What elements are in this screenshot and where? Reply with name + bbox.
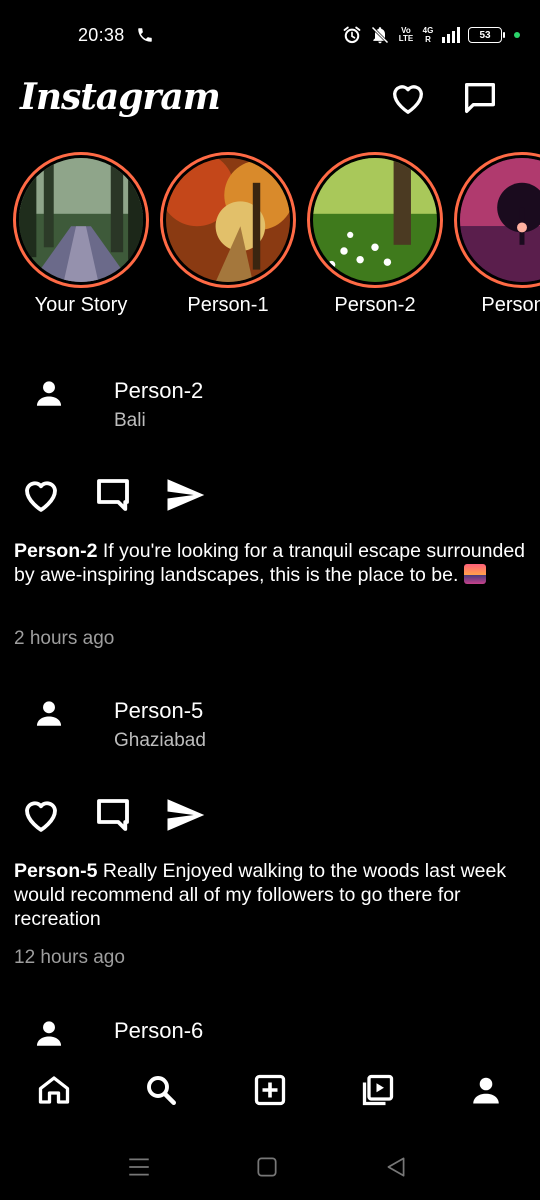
story-label: Your Story <box>34 294 128 316</box>
story-item[interactable]: Person-2 <box>307 152 443 317</box>
story-ring[interactable] <box>454 152 540 288</box>
caption-author[interactable]: Person-2 <box>14 540 97 562</box>
stories-row[interactable]: Your Story Person-1 Person-2 Person <box>0 152 540 327</box>
heart-icon[interactable] <box>20 474 62 516</box>
menu-icon[interactable] <box>126 1154 152 1180</box>
status-time: 20:38 <box>78 25 125 45</box>
story-item[interactable]: Person-1 <box>160 152 296 317</box>
post-author-name[interactable]: Person-5 <box>114 698 203 724</box>
story-ring[interactable] <box>307 152 443 288</box>
story-label: Person-3 <box>481 294 540 316</box>
story-item[interactable]: Your Story <box>13 152 149 317</box>
post-timestamp: 12 hours ago <box>14 947 125 968</box>
bottom-navigation <box>0 1062 540 1120</box>
person-avatar-icon[interactable] <box>32 1016 66 1050</box>
post-author-name[interactable]: Person-6 <box>114 1018 203 1044</box>
comment-icon[interactable] <box>92 474 134 516</box>
post-location[interactable]: Ghaziabad <box>114 730 206 752</box>
message-icon[interactable] <box>460 78 500 118</box>
signal-strength-icon <box>442 27 460 43</box>
add-post-icon[interactable] <box>252 1072 288 1108</box>
person-avatar-icon[interactable] <box>32 696 66 730</box>
post-actions <box>20 474 220 518</box>
story-item[interactable]: Person-3 <box>454 152 540 317</box>
status-icons: Vo LTE 4G R 53 <box>342 24 520 46</box>
app-bar: Instagram <box>0 72 540 132</box>
post-author-name[interactable]: Person-2 <box>114 378 203 404</box>
system-navigation-bar <box>0 1140 540 1200</box>
alarm-icon <box>343 26 361 44</box>
profile-icon[interactable] <box>468 1072 504 1108</box>
post-location[interactable]: Bali <box>114 410 146 432</box>
volte-indicator: Vo LTE <box>398 26 414 43</box>
send-icon[interactable] <box>164 474 206 516</box>
home-icon[interactable] <box>36 1072 72 1108</box>
home-square-icon[interactable] <box>254 1154 280 1180</box>
story-image <box>313 158 437 282</box>
privacy-dot-icon <box>514 32 520 38</box>
story-ring[interactable] <box>13 152 149 288</box>
story-image <box>166 158 290 282</box>
phone-call-icon <box>138 28 152 42</box>
person-avatar-icon[interactable] <box>32 376 66 410</box>
status-bar: 20:38 Vo LTE 4G R 53 <box>0 0 540 72</box>
heart-icon[interactable] <box>388 78 428 118</box>
send-icon[interactable] <box>164 794 206 836</box>
post-caption: Person-5 Really Enjoyed walking to the w… <box>14 859 529 931</box>
post-caption: Person-2 If you're looking for a tranqui… <box>14 539 529 587</box>
search-icon[interactable] <box>143 1072 179 1108</box>
sunrise-emoji-icon <box>463 564 486 584</box>
story-label: Person-2 <box>334 294 416 316</box>
reels-icon[interactable] <box>360 1072 396 1108</box>
post-actions <box>20 794 220 838</box>
mute-bell-icon <box>371 26 389 44</box>
post: Person-6 <box>0 1000 540 1060</box>
comment-icon[interactable] <box>92 794 134 836</box>
post-timestamp: 2 hours ago <box>14 628 115 649</box>
app-logo: Instagram <box>20 76 221 118</box>
story-ring[interactable] <box>160 152 296 288</box>
heart-icon[interactable] <box>20 794 62 836</box>
caption-author[interactable]: Person-5 <box>14 860 97 882</box>
story-image <box>460 158 540 282</box>
story-label: Person-1 <box>187 294 269 316</box>
story-image <box>19 158 143 282</box>
network-type-indicator: 4G R <box>422 26 434 44</box>
back-triangle-icon[interactable] <box>383 1154 409 1180</box>
battery-indicator: 53 <box>468 27 505 43</box>
